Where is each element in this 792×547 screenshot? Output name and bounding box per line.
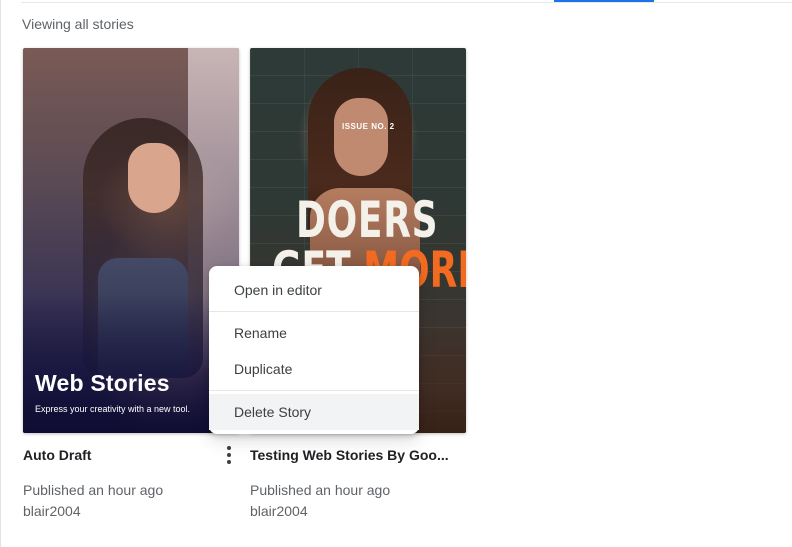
preview-title: Web Stories bbox=[35, 370, 170, 396]
story-title[interactable]: Testing Web Stories By Goo... bbox=[250, 447, 490, 463]
menu-item-duplicate[interactable]: Duplicate bbox=[209, 351, 419, 387]
story-meta: Testing Web Stories By Goo... Published … bbox=[250, 447, 490, 519]
vertical-ellipsis-icon[interactable] bbox=[219, 444, 239, 466]
story-author: blair2004 bbox=[250, 503, 308, 519]
header-divider bbox=[21, 2, 792, 3]
menu-item-delete-story[interactable]: Delete Story bbox=[209, 394, 419, 430]
menu-divider bbox=[209, 390, 419, 391]
preview-headline-line1: DOERS bbox=[296, 191, 439, 249]
story-context-menu: Open in editor Rename Duplicate Delete S… bbox=[209, 266, 419, 434]
menu-item-rename[interactable]: Rename bbox=[209, 315, 419, 351]
story-preview[interactable]: Web Stories Express your creativity with… bbox=[23, 48, 239, 433]
preview-issue-label: ISSUE NO. 2 bbox=[342, 122, 395, 131]
story-author: blair2004 bbox=[23, 503, 81, 519]
story-published-date: Published an hour ago bbox=[23, 482, 164, 498]
menu-divider bbox=[209, 311, 419, 312]
story-card[interactable]: Web Stories Express your creativity with… bbox=[23, 48, 239, 519]
preview-subtitle: Express your creativity with a new tool. bbox=[35, 404, 191, 414]
menu-item-open-in-editor[interactable]: Open in editor bbox=[209, 272, 419, 308]
stories-dashboard: Viewing all stories Web Stories Express … bbox=[0, 0, 792, 547]
story-published-date: Published an hour ago bbox=[250, 482, 391, 498]
active-tab-indicator bbox=[554, 0, 654, 2]
viewing-label: Viewing all stories bbox=[22, 16, 134, 32]
